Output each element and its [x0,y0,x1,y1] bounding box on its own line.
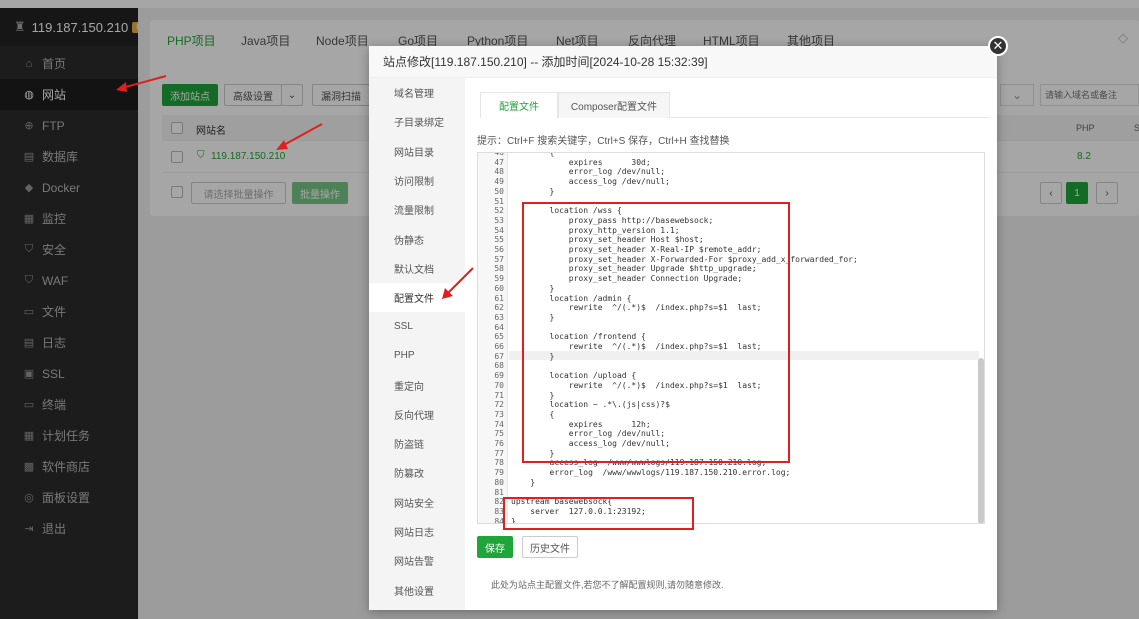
nav-access-limit[interactable]: 访问限制 [369,166,465,195]
line-number: 47 [494,157,504,167]
line-number: 52 [494,206,504,216]
site-edit-modal: 站点修改[119.187.150.210] -- 添加时间[2024-10-28… [369,46,997,610]
line-number: 56 [494,245,504,254]
line-number: 48 [494,167,504,177]
line-number: 83 [494,506,504,516]
line-number: 57 [494,254,504,264]
line-number: 82 [494,497,504,507]
nav-ssl[interactable]: SSL [369,312,465,341]
line-number: 60 [494,283,504,293]
editor-hint: 提示：Ctrl+F 搜索关键字，Ctrl+S 保存，Ctrl+H 查找替换 [477,136,730,147]
line-number: 68 [494,361,504,371]
nav-reverse-proxy[interactable]: 反向代理 [369,400,465,429]
line-number: 55 [494,235,504,245]
code-line: } [511,477,536,487]
annotation-arrow [116,75,167,92]
code-line: } [511,186,555,196]
close-icon[interactable]: ✕ [988,36,1008,56]
code-line: error_log /www/wwwlogs/119.187.150.210.e… [511,468,791,478]
line-number: 71 [494,390,504,400]
nav-site-alerts[interactable]: 网站告警 [369,546,465,575]
line-number: 70 [494,380,504,390]
subtabs: 配置文件 Composer配置文件 [480,92,989,118]
line-number: 67 [494,351,504,361]
line-number: 53 [494,215,504,225]
line-number: 54 [494,225,504,235]
nav-tamper[interactable]: 防篡改 [369,458,465,487]
line-number: 77 [494,448,504,458]
line-gutter: 46 47 48 49 50 51 52 53 54 55 56 57 58 59 60 61 62 63 64 65… [478,153,508,524]
tab-config-file[interactable]: 配置文件 [480,92,558,118]
save-button[interactable]: 保存 [477,536,513,558]
line-number: 72 [494,400,504,410]
line-number: 49 [494,177,504,187]
nav-hotlink[interactable]: 防盗链 [369,429,465,458]
code-line: error_log /dev/null; [511,167,666,177]
annotation-arrow [276,123,323,150]
annotation-box [522,202,790,463]
nav-site-logs[interactable]: 网站日志 [369,517,465,546]
history-button[interactable]: 历史文件 [522,536,578,558]
nav-other-settings[interactable]: 其他设置 [369,576,465,605]
line-number: 76 [494,439,504,448]
code-line: expires 30d; [511,157,651,167]
line-number: 74 [494,419,504,429]
line-number: 69 [494,371,504,381]
line-number: 64 [494,322,504,332]
nav-rewrite[interactable]: 伪静态 [369,225,465,254]
line-number: 84 [494,516,504,524]
line-number: 75 [494,429,504,439]
line-number: 80 [494,477,504,487]
nav-php[interactable]: PHP [369,341,465,370]
nav-site-security[interactable]: 网站安全 [369,488,465,517]
line-number: 50 [494,186,504,196]
line-number: 78 [494,458,504,468]
line-number: 58 [494,264,504,274]
modal-nav: 域名管理 子目录绑定 网站目录 访问限制 流量限制 伪静态 默认文档 配置文件 … [369,78,465,610]
editor-scrollbar[interactable] [978,358,984,523]
annotation-box [503,497,694,530]
line-number: 79 [494,468,504,478]
annotation-arrow [442,267,474,299]
nav-domain[interactable]: 域名管理 [369,78,465,107]
nav-site-dir[interactable]: 网站目录 [369,137,465,166]
line-number: 61 [494,293,504,303]
line-number: 66 [494,342,504,351]
line-number: 63 [494,312,504,322]
line-number: 81 [494,487,504,497]
modal-title: 站点修改[119.187.150.210] -- 添加时间[2024-10-28… [369,46,997,78]
line-number: 62 [494,303,504,313]
line-number: 51 [494,196,504,206]
line-number: 59 [494,274,504,284]
footer-note: 此处为站点主配置文件,若您不了解配置规则,请勿随意修改. [491,580,724,590]
nav-redirect[interactable]: 重定向 [369,371,465,400]
line-number: 73 [494,409,504,419]
code-line: access_log /dev/null; [511,177,670,187]
line-number: 65 [494,332,504,342]
tab-composer-config[interactable]: Composer配置文件 [558,92,670,118]
nav-subdir[interactable]: 子目录绑定 [369,107,465,136]
nav-traffic-limit[interactable]: 流量限制 [369,195,465,224]
